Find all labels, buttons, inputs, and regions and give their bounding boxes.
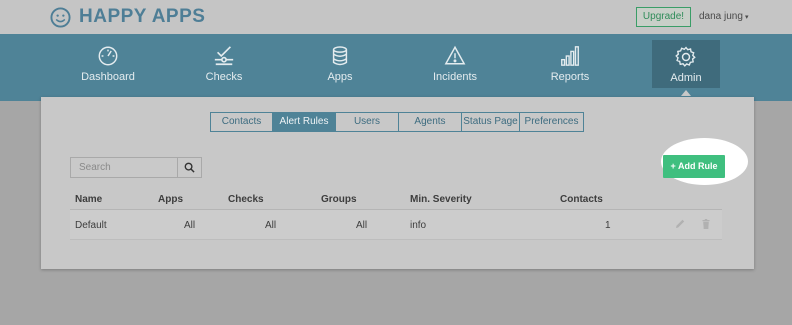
add-rule-button[interactable]: + Add Rule [663, 155, 725, 178]
search-input[interactable] [71, 158, 177, 177]
column-header-checks: Checks [228, 194, 264, 205]
nav-label: Dashboard [81, 71, 135, 83]
tab-status-page[interactable]: Status Page [462, 113, 520, 131]
warning-icon [444, 45, 466, 65]
logo-text: HAPPY APPS [79, 6, 206, 27]
admin-tabs: Contacts Alert Rules Users Agents Status… [210, 112, 584, 132]
search-box [70, 157, 202, 178]
user-name: dana jung [699, 11, 743, 22]
rule-groups: All [356, 220, 368, 231]
nav-item-admin[interactable]: Admin [652, 40, 720, 88]
rule-checks: All [265, 220, 277, 231]
tab-users[interactable]: Users [336, 113, 399, 131]
nav-label: Incidents [432, 71, 478, 83]
tab-agents[interactable]: Agents [399, 113, 462, 131]
active-nav-pointer [681, 90, 691, 96]
column-header-apps: Apps [158, 194, 183, 205]
rule-min-severity: info [410, 220, 427, 231]
database-icon [332, 46, 348, 66]
alert-rules-panel: Contacts Alert Rules Users Agents Status… [41, 97, 754, 269]
search-icon [184, 162, 195, 173]
edit-pencil-icon[interactable] [674, 218, 686, 230]
tab-contacts[interactable]: Contacts [211, 113, 273, 131]
checks-icon [214, 46, 234, 66]
column-header-min-severity: Min. Severity [410, 194, 472, 205]
upgrade-button[interactable]: Upgrade! [636, 7, 691, 27]
tab-preferences[interactable]: Preferences [520, 113, 583, 131]
main-nav: Dashboard Checks Apps Incidents Reports … [0, 34, 792, 101]
nav-label: Admin [670, 72, 702, 84]
column-header-groups: Groups [321, 194, 357, 205]
rule-name: Default [75, 220, 107, 231]
nav-item-dashboard[interactable]: Dashboard [74, 39, 142, 87]
nav-item-reports[interactable]: Reports [536, 39, 604, 87]
alert-rules-table: Name Apps Checks Groups Min. Severity Co… [70, 188, 722, 240]
rule-contacts: 1 [605, 220, 611, 231]
nav-item-incidents[interactable]: Incidents [421, 39, 489, 87]
nav-item-checks[interactable]: Checks [190, 39, 258, 87]
smiley-logo-icon [50, 6, 71, 28]
top-header: HAPPY APPS Upgrade! dana jung ▾ [0, 0, 792, 34]
trash-icon[interactable] [700, 218, 712, 230]
nav-label: Checks [205, 71, 243, 83]
nav-item-apps[interactable]: Apps [306, 39, 374, 87]
tab-alert-rules[interactable]: Alert Rules [273, 113, 336, 131]
chevron-down-icon: ▾ [744, 14, 749, 21]
table-row[interactable]: Default All All All info 1 [70, 210, 722, 240]
user-menu[interactable]: dana jung ▾ [699, 11, 748, 22]
rule-apps: All [184, 220, 196, 231]
nav-label: Reports [550, 71, 590, 83]
nav-label: Apps [327, 71, 353, 83]
bar-chart-icon [561, 46, 579, 66]
column-header-contacts: Contacts [560, 194, 603, 205]
logo[interactable]: HAPPY APPS [50, 6, 205, 28]
gear-icon [675, 46, 696, 67]
gauge-icon [98, 46, 118, 66]
table-header: Name Apps Checks Groups Min. Severity Co… [70, 188, 722, 210]
search-button[interactable] [177, 158, 201, 177]
column-header-name: Name [75, 194, 103, 205]
